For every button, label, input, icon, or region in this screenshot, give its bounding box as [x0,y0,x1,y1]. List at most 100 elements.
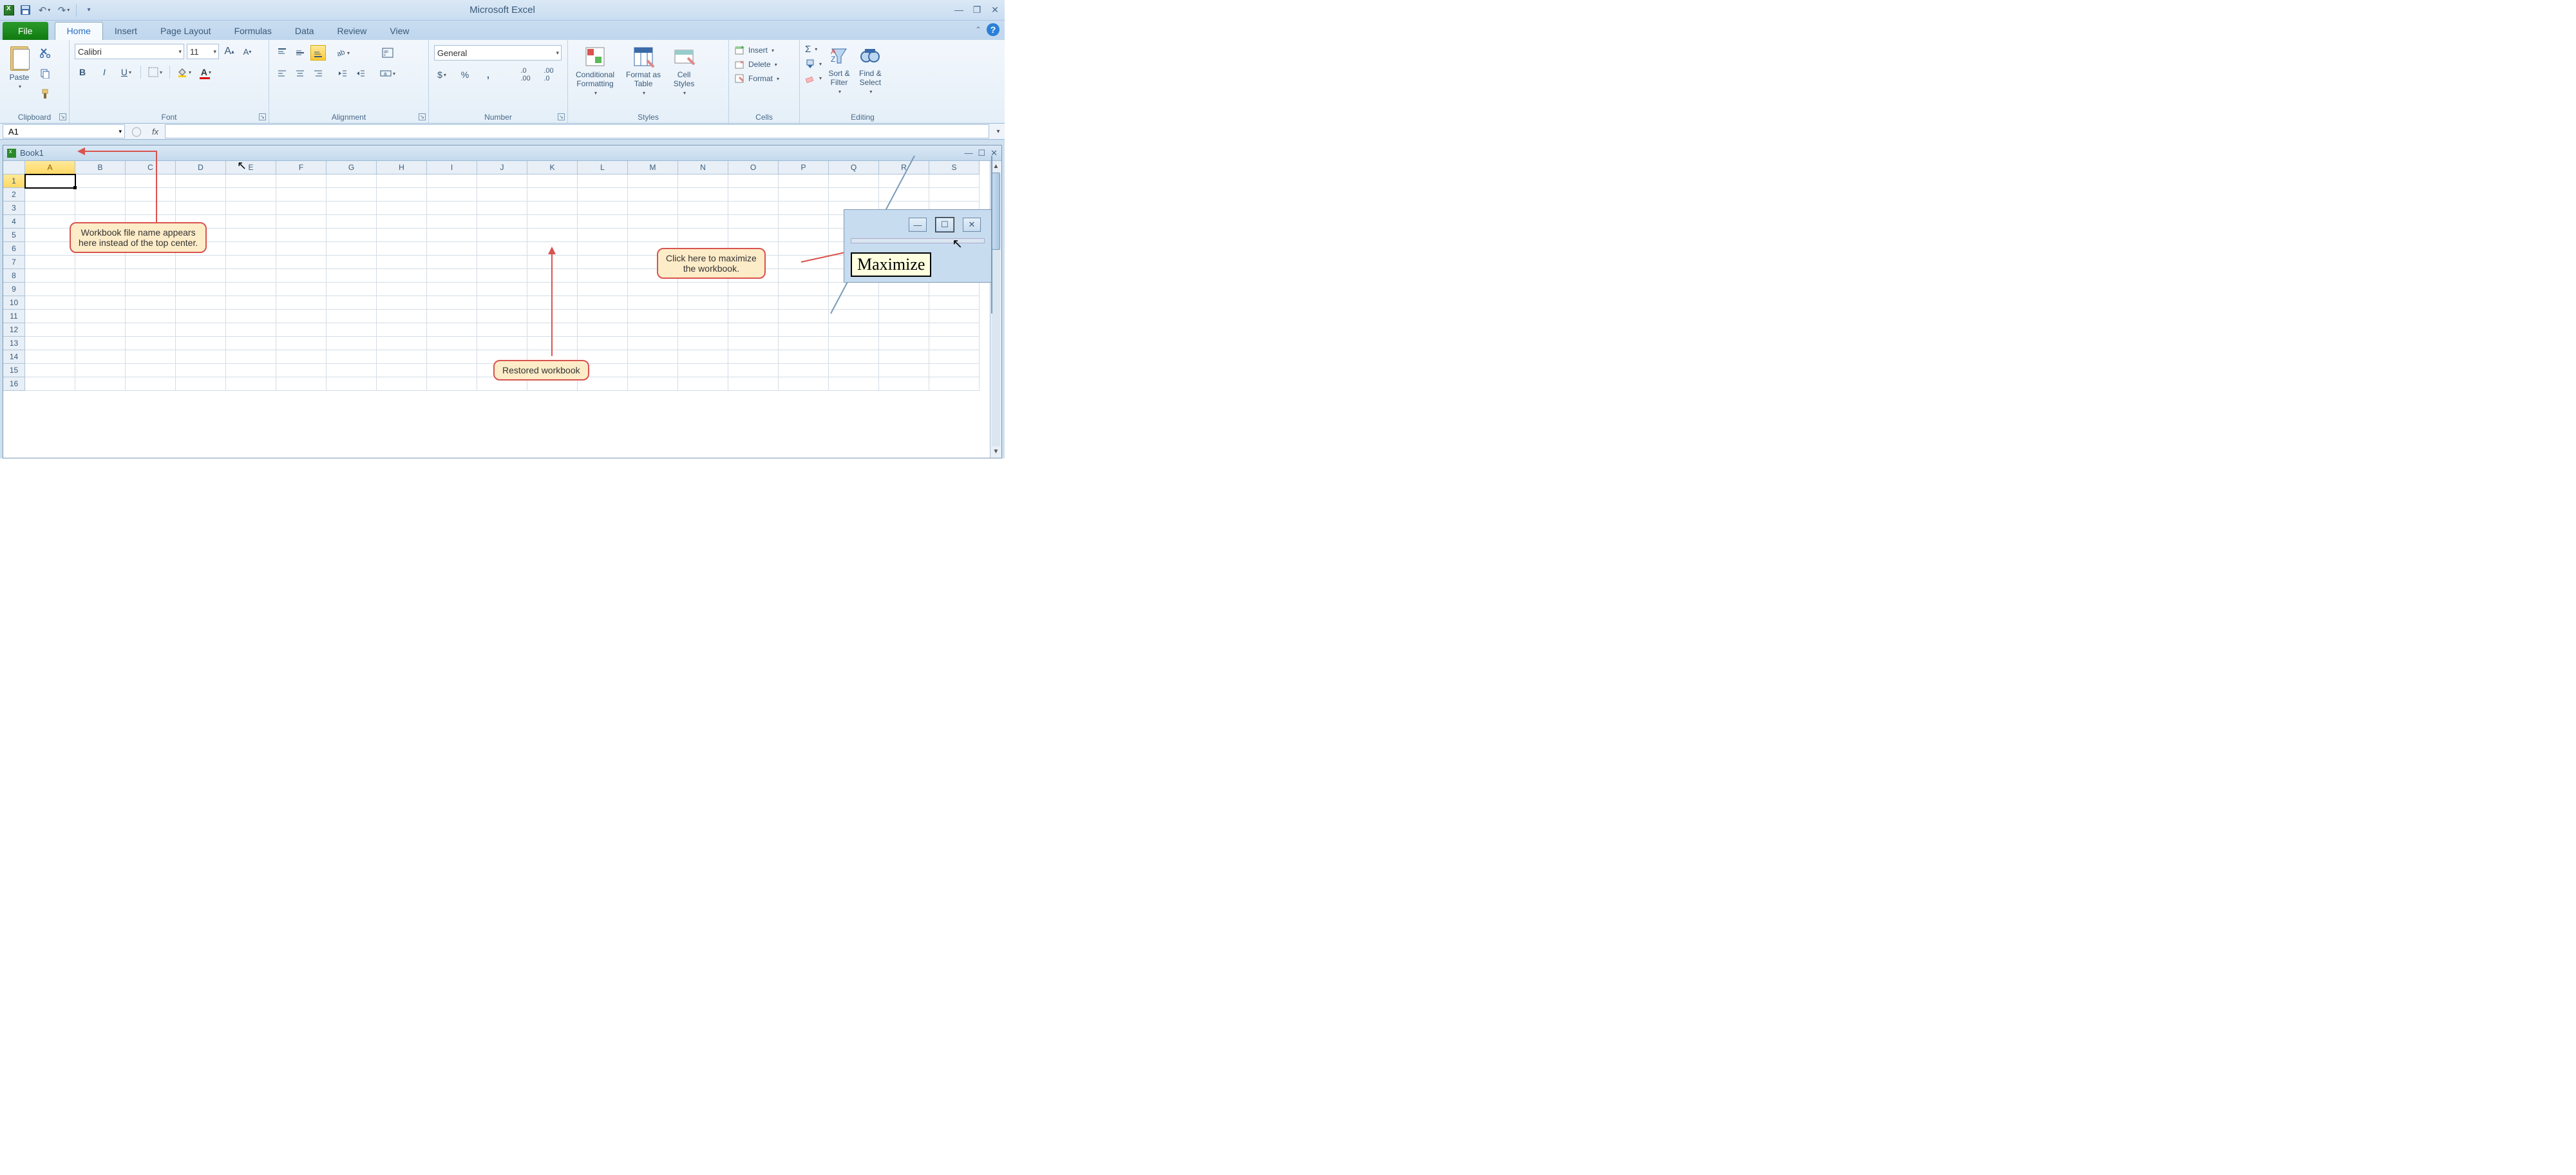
cell[interactable] [527,215,578,229]
cell[interactable] [276,174,327,188]
cell[interactable] [75,296,126,310]
cell[interactable] [176,202,226,215]
clear-button[interactable]: ▾ [805,73,822,83]
cell-styles-button[interactable]: Cell Styles▾ [670,44,698,97]
cell[interactable] [25,310,75,323]
cell[interactable] [75,310,126,323]
accounting-format-button[interactable]: $▾ [434,67,450,82]
cell[interactable] [578,229,628,242]
cell[interactable] [126,337,176,350]
cell[interactable] [126,350,176,364]
autosum-button[interactable]: Σ▾ [805,44,822,55]
cell[interactable] [226,283,276,296]
cell[interactable] [226,323,276,337]
row-header[interactable]: 10 [3,296,25,310]
cell[interactable] [327,242,377,256]
cell[interactable] [879,337,929,350]
cell[interactable] [176,323,226,337]
row-header[interactable]: 1 [3,174,25,188]
cell[interactable] [176,283,226,296]
cell[interactable] [929,364,980,377]
cell[interactable] [779,215,829,229]
cell[interactable] [327,174,377,188]
cell[interactable] [377,229,427,242]
cell[interactable] [427,377,477,391]
cell[interactable] [829,350,879,364]
cell[interactable] [578,202,628,215]
cell[interactable] [377,215,427,229]
cell[interactable] [779,174,829,188]
cell[interactable] [578,215,628,229]
help-button[interactable]: ? [987,23,999,36]
align-center-button[interactable] [292,66,308,81]
cell[interactable] [779,310,829,323]
increase-font-button[interactable]: A▴ [222,44,237,59]
cell[interactable] [427,323,477,337]
cell[interactable] [25,215,75,229]
cell[interactable] [126,269,176,283]
cell[interactable] [527,202,578,215]
delete-cells-button[interactable]: ×Delete▾ [734,59,777,70]
cell[interactable] [176,188,226,202]
redo-button[interactable]: ↷▾ [55,3,72,18]
cell[interactable] [779,350,829,364]
cell[interactable] [779,364,829,377]
tab-formulas[interactable]: Formulas [223,23,283,40]
cell[interactable] [276,215,327,229]
cell[interactable] [427,242,477,256]
cell[interactable] [427,310,477,323]
cell[interactable] [25,188,75,202]
cell[interactable] [578,310,628,323]
cut-button[interactable] [37,45,53,61]
number-format-combo[interactable]: General▾ [434,45,562,61]
tab-review[interactable]: Review [326,23,379,40]
comma-format-button[interactable]: , [480,67,496,82]
cell[interactable] [25,256,75,269]
cell[interactable] [327,364,377,377]
cell[interactable] [377,202,427,215]
cell[interactable] [678,174,728,188]
cell[interactable] [728,174,779,188]
column-header[interactable]: F [276,161,327,174]
cell[interactable] [25,377,75,391]
wrap-text-button[interactable]: abc [377,45,398,61]
cell[interactable] [176,364,226,377]
cell[interactable] [678,188,728,202]
cell[interactable] [75,323,126,337]
decrease-decimal-button[interactable]: .00.0 [541,67,556,82]
cell[interactable] [377,323,427,337]
cell[interactable] [477,337,527,350]
percent-format-button[interactable]: % [457,67,473,82]
cell[interactable] [75,377,126,391]
cell[interactable] [377,310,427,323]
cell[interactable] [728,337,779,350]
sort-filter-button[interactable]: AZ Sort & Filter▾ [826,44,853,96]
align-right-button[interactable] [310,66,326,81]
cell[interactable] [427,296,477,310]
cell[interactable] [126,364,176,377]
cell[interactable] [327,337,377,350]
cell[interactable] [477,174,527,188]
cell[interactable] [477,283,527,296]
cell[interactable] [377,377,427,391]
cell[interactable] [678,202,728,215]
orientation-button[interactable]: ab▾ [335,45,350,61]
cell[interactable] [427,337,477,350]
cell[interactable] [728,215,779,229]
decrease-indent-button[interactable] [335,66,350,81]
cell[interactable] [75,283,126,296]
row-header[interactable]: 14 [3,350,25,364]
row-header[interactable]: 5 [3,229,25,242]
cell[interactable] [327,310,377,323]
cell[interactable] [377,296,427,310]
minimize-app-button[interactable]: — [953,5,965,15]
column-header[interactable]: A [25,161,75,174]
cell[interactable] [75,350,126,364]
cell[interactable] [327,215,377,229]
cell[interactable] [327,188,377,202]
scroll-down-button[interactable]: ▼ [990,446,1001,458]
cell[interactable] [728,310,779,323]
cell[interactable] [276,269,327,283]
cell[interactable] [427,350,477,364]
cell[interactable] [427,174,477,188]
